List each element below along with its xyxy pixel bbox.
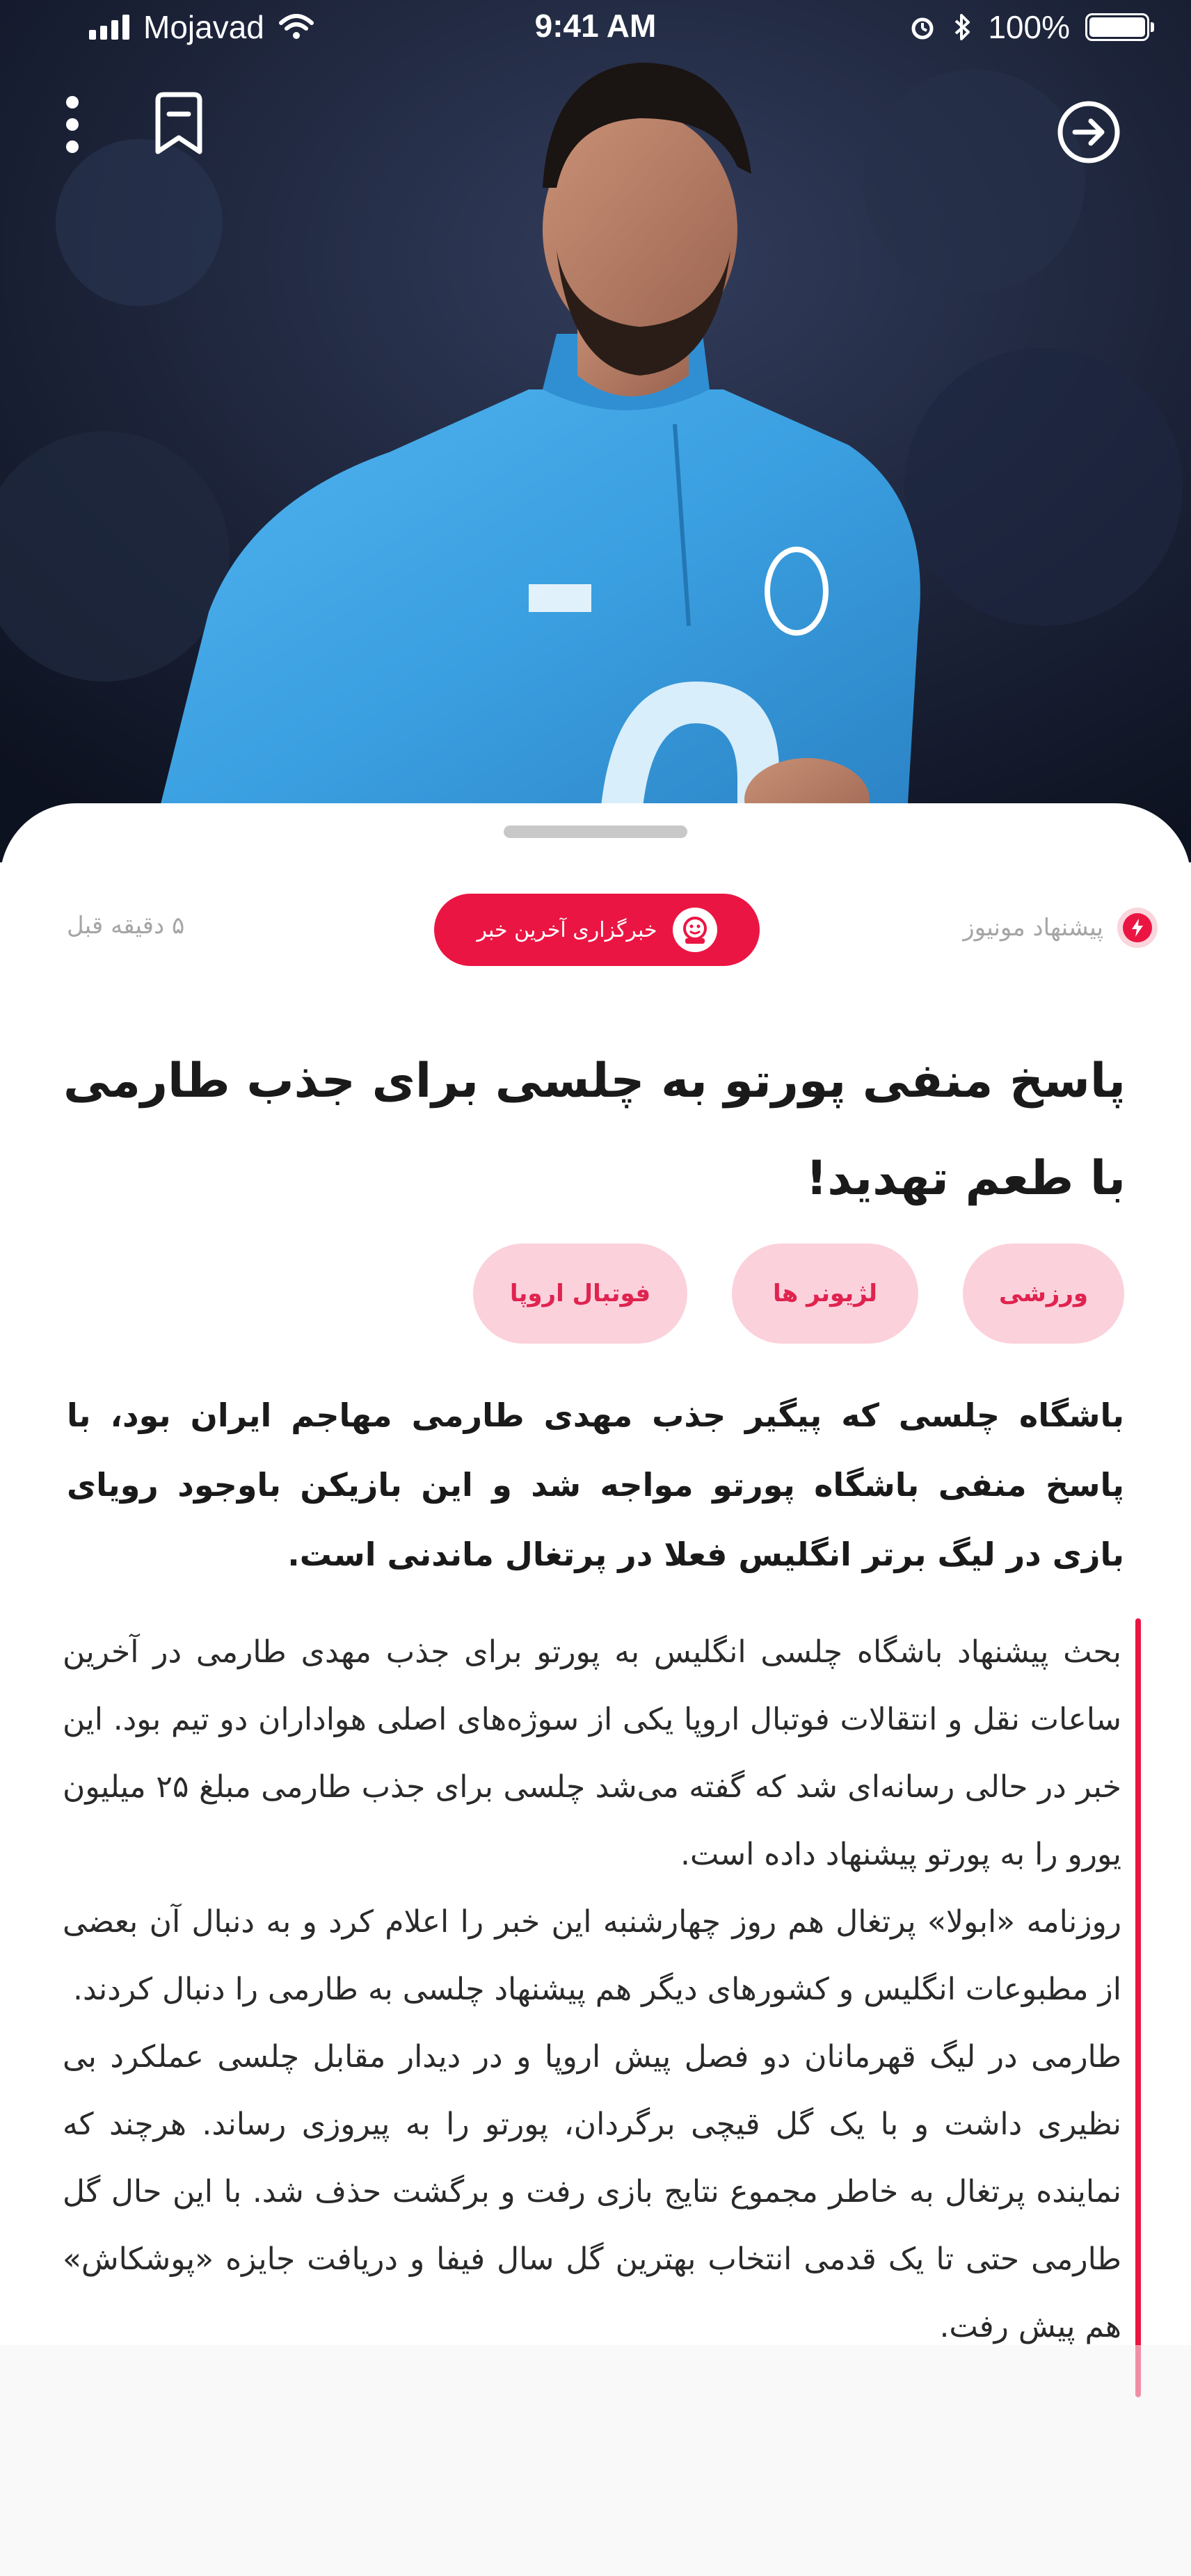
alarm-icon (911, 17, 934, 40)
more-options-button[interactable] (54, 93, 90, 156)
quote-accent-bar (1135, 1618, 1141, 2397)
article-lead: باشگاه چلسی که پیگیر جذب مهدی طارمی مهاج… (67, 1396, 1124, 1573)
time-ago: ۵ دقیقه قبل (67, 912, 185, 940)
bookmark-icon (155, 92, 202, 154)
article-paragraph: بحث پیشنهاد باشگاه چلسی انگلیس به پورتو … (63, 1634, 1121, 1872)
suggestion-label: پیشنهاد مونیوز (963, 908, 1158, 948)
status-bar: Mojavad 9:41 AM 100% (0, 0, 1191, 56)
article-paragraph: روزنامه «ابولا» پرتغال هم روز چهارشنبه ا… (63, 1904, 1121, 2007)
arrow-right-circle-icon (1057, 101, 1120, 163)
article-title: پاسخ منفی پورتو به چلسی برای جذب طارمی ب… (63, 1054, 1126, 1206)
agency-name: خبرگزاری آخرین خبر (477, 917, 657, 942)
battery-percent: 100% (988, 9, 1070, 45)
article-sheet: ۵ دقیقه قبل خبرگزاری آخرین خبر پیشنهاد م… (0, 803, 1191, 2576)
status-right: 100% (909, 8, 1154, 46)
agency-logo-icon (672, 908, 717, 952)
bookmark-button[interactable] (147, 89, 210, 159)
article-meta: ۵ دقیقه قبل خبرگزاری آخرین خبر پیشنهاد م… (0, 894, 1191, 966)
back-button[interactable] (1054, 97, 1124, 167)
article-body: بحث پیشنهاد باشگاه چلسی انگلیس به پورتو … (63, 1618, 1141, 2397)
article-paragraph: طارمی در لیگ قهرمانان دو فصل پیش اروپا و… (63, 2039, 1121, 2344)
vertical-dots-icon (66, 96, 79, 153)
sheet-drag-handle[interactable] (504, 826, 687, 838)
bluetooth-icon (955, 14, 970, 40)
battery-icon (1085, 13, 1154, 41)
agency-badge[interactable]: خبرگزاری آخرین خبر (434, 894, 760, 966)
tag-sports[interactable]: ورزشی (963, 1243, 1124, 1344)
tag-list: ورزشی لژیونر ها فوتبال اروپا (473, 1243, 1124, 1344)
suggestion-text: پیشنهاد مونیوز (963, 914, 1103, 942)
tag-european-football[interactable]: فوتبال اروپا (473, 1243, 687, 1344)
tag-legionnaires[interactable]: لژیونر ها (732, 1243, 918, 1344)
bolt-icon (1117, 908, 1158, 948)
